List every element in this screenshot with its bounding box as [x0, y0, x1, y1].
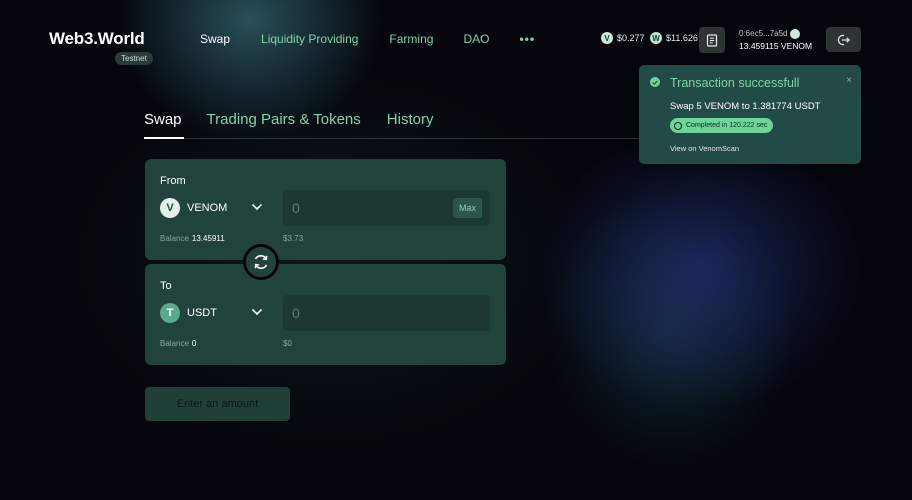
- to-token-selector[interactable]: T USDT: [160, 303, 217, 323]
- main-nav: Swap Liquidity Providing Farming DAO •••: [200, 32, 535, 46]
- toast-message: Swap 5 VENOM to 1.381774 USDT: [670, 101, 821, 112]
- swap-tabs: Swap Trading Pairs & Tokens History: [144, 111, 433, 128]
- nav-swap[interactable]: Swap: [200, 32, 230, 46]
- from-label: From: [160, 175, 186, 187]
- chevron-down-icon[interactable]: [251, 308, 263, 316]
- to-balance-value: 0: [191, 339, 197, 348]
- active-tab-indicator: [144, 137, 184, 139]
- from-usd-value: $3.73: [283, 234, 304, 243]
- tab-history[interactable]: History: [387, 111, 434, 128]
- to-amount-placeholder: 0: [292, 305, 300, 321]
- venom-price: V $0.277: [601, 32, 645, 44]
- web3world-price: W $11.626: [650, 32, 698, 44]
- transactions-button[interactable]: [699, 27, 725, 53]
- to-balance-label: Balance: [160, 339, 189, 348]
- to-label: To: [160, 280, 172, 292]
- wallet-info[interactable]: 0:6ec5...7a5d 13.459115 VENOM: [739, 28, 812, 52]
- venom-price-value: $0.277: [617, 33, 645, 43]
- to-card: To T USDT 0 Balance 0 $0: [145, 264, 506, 365]
- network-badge: Testnet: [115, 52, 153, 65]
- chevron-down-icon[interactable]: [251, 203, 263, 211]
- wallet-balance: 13.459115 VENOM: [739, 41, 813, 51]
- from-balance-value: 13.45911: [191, 234, 225, 243]
- clock-icon: [674, 121, 682, 130]
- completion-badge: Completed in 120.222 sec: [670, 118, 774, 133]
- venom-token-icon: V: [160, 198, 180, 218]
- from-token-name: VENOM: [187, 202, 228, 214]
- logout-button[interactable]: [826, 27, 861, 52]
- from-amount-input[interactable]: 0 Max: [283, 190, 490, 226]
- from-token-selector[interactable]: V VENOM: [160, 198, 227, 218]
- venom-network-icon: [790, 28, 801, 39]
- venom-coin-icon: V: [601, 32, 613, 44]
- refresh-icon: [254, 255, 268, 269]
- nav-more-menu[interactable]: •••: [519, 32, 535, 46]
- web3world-price-value: $11.626: [666, 33, 698, 43]
- tab-trading-pairs-tokens[interactable]: Trading Pairs & Tokens: [207, 111, 361, 128]
- nav-farming[interactable]: Farming: [389, 32, 433, 46]
- from-amount-placeholder: 0: [292, 200, 300, 216]
- web3world-coin-icon: W: [650, 32, 662, 44]
- tab-swap[interactable]: Swap: [144, 111, 182, 128]
- usdt-token-icon: T: [160, 303, 180, 323]
- to-token-name: USDT: [187, 307, 217, 319]
- venomscan-link[interactable]: View on VenomScan: [670, 144, 739, 153]
- transaction-toast: Transaction successfull × Swap 5 VENOM t…: [639, 65, 861, 164]
- check-circle-icon: [650, 77, 660, 87]
- nav-liquidity-providing[interactable]: Liquidity Providing: [261, 32, 358, 46]
- from-balance: Balance 13.45911: [160, 234, 225, 243]
- to-amount-input[interactable]: 0: [283, 295, 490, 331]
- document-icon: [706, 33, 718, 47]
- from-balance-label: Balance: [160, 234, 189, 243]
- to-usd-value: $0: [283, 339, 292, 348]
- close-icon[interactable]: ×: [846, 75, 852, 86]
- wallet-address: 0:6ec5...7a5d: [739, 29, 788, 38]
- completion-text: Completed in 120.222 sec: [686, 122, 768, 129]
- from-card: From V VENOM 0 Max Balance 13.45911 $3.73: [145, 159, 506, 260]
- tabs-divider: [144, 138, 649, 139]
- nav-dao[interactable]: DAO: [463, 32, 489, 46]
- toast-title: Transaction successfull: [670, 76, 800, 90]
- enter-amount-button[interactable]: Enter an amount: [145, 387, 290, 421]
- to-balance: Balance 0: [160, 339, 196, 348]
- logout-icon: [837, 34, 850, 45]
- max-button[interactable]: Max: [452, 198, 482, 218]
- swap-direction-button[interactable]: [243, 244, 279, 280]
- app-logo[interactable]: Web3.World: [49, 29, 145, 49]
